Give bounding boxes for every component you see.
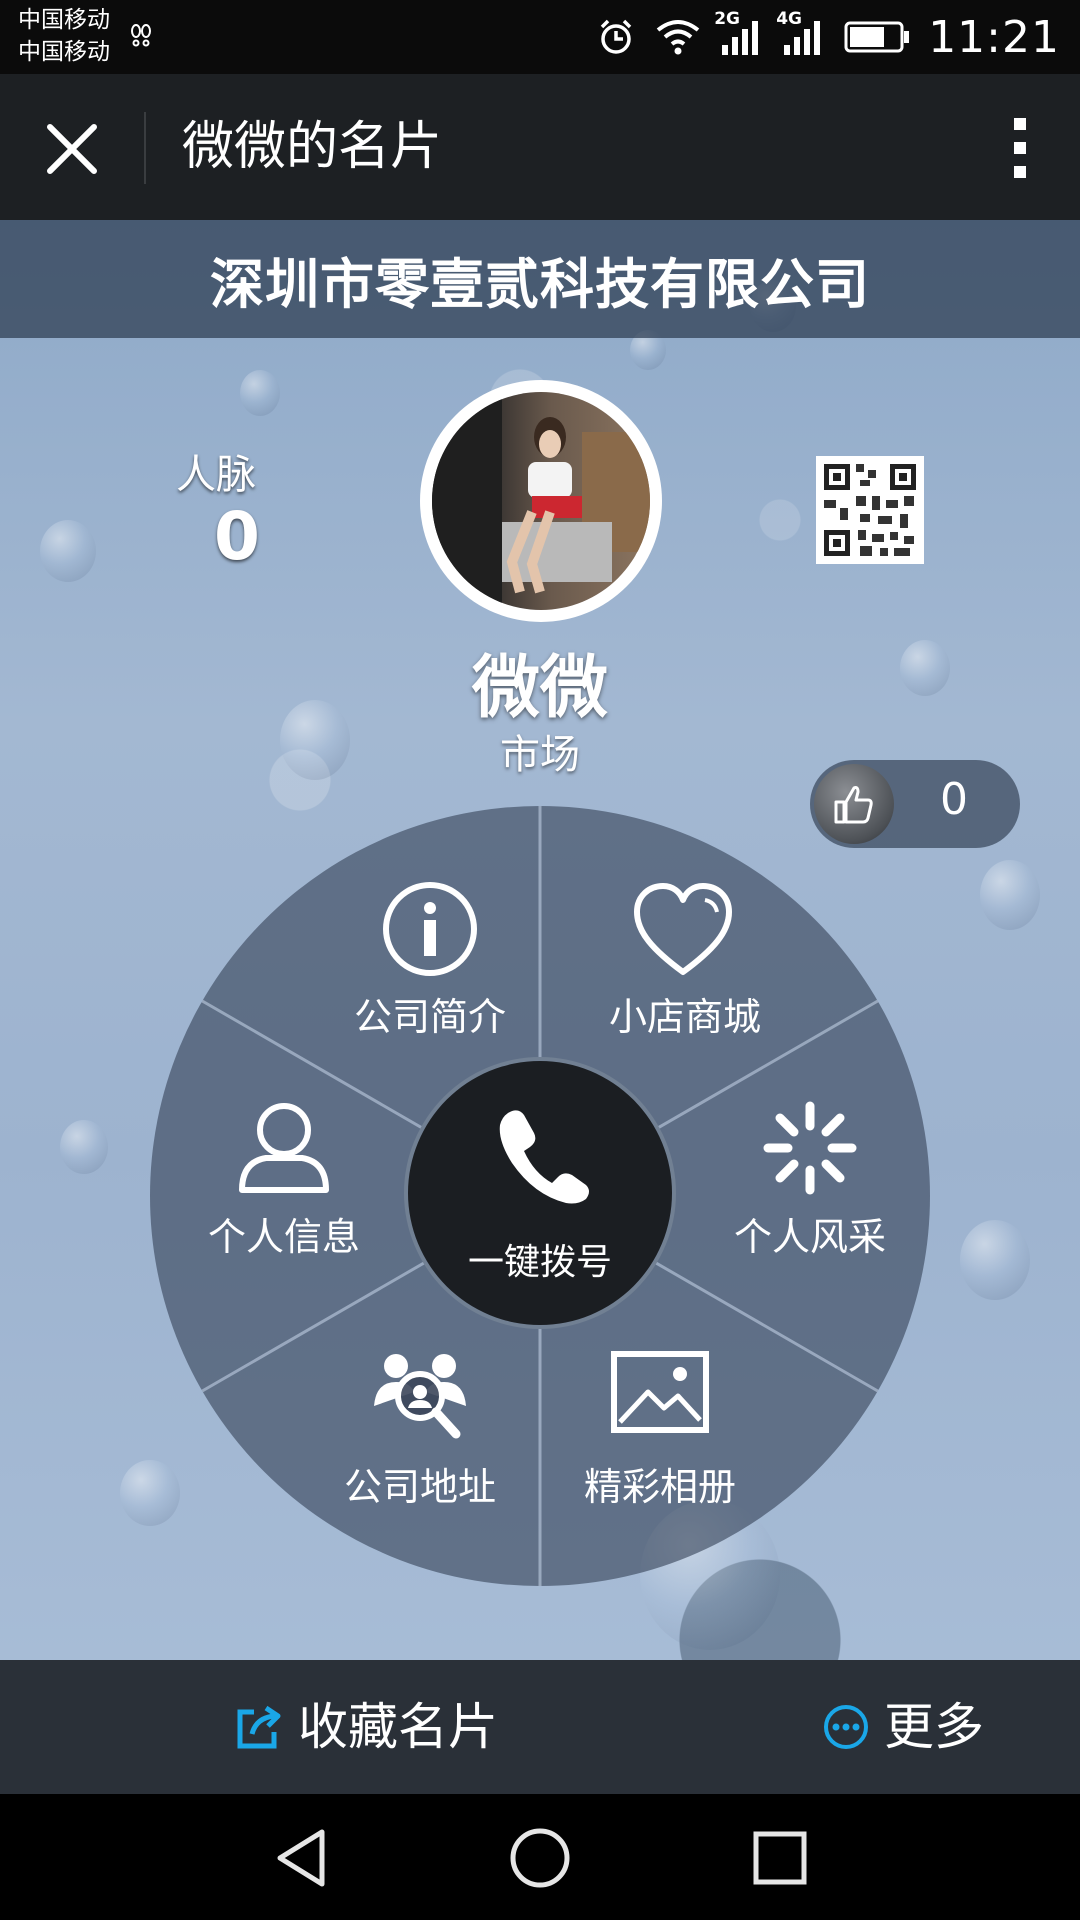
menu-item-label: 公司简介 xyxy=(353,995,506,1039)
company-banner: 深圳市零壹贰科技有限公司 xyxy=(0,220,1080,338)
phone-icon xyxy=(499,1110,589,1204)
screen: 中国移动 中国移动 2G 4G 11:21 微微的名片 深圳市零壹贰科技有限公司… xyxy=(0,0,1080,1920)
menu-item-shop[interactable]: 小店商城 xyxy=(565,870,805,1050)
back-button[interactable] xyxy=(270,1826,334,1890)
status-bar: 中国移动 中国移动 2G 4G 11:21 xyxy=(0,0,1080,74)
signal-4g-icon: 4G xyxy=(776,9,826,57)
battery-icon xyxy=(844,20,910,54)
menu-item-album[interactable]: 精彩相册 xyxy=(550,1340,770,1520)
close-icon xyxy=(47,124,97,174)
wifi-icon xyxy=(654,18,702,56)
water-drop xyxy=(960,1220,1030,1300)
menu-item-label: 小店商城 xyxy=(608,995,761,1039)
footprint-icon xyxy=(128,22,154,52)
qr-code-button[interactable] xyxy=(816,456,924,564)
title-bar: 微微的名片 xyxy=(0,74,1080,220)
share-export-icon xyxy=(237,1705,281,1749)
water-drop xyxy=(60,1120,108,1174)
more-horizontal-icon xyxy=(824,1705,868,1749)
person-icon xyxy=(239,1103,329,1193)
menu-item-company-address[interactable]: 公司地址 xyxy=(310,1340,530,1520)
menu-item-label: 个人风采 xyxy=(733,1215,886,1259)
back-triangle-icon xyxy=(277,1829,325,1887)
home-circle-icon xyxy=(510,1828,570,1888)
title-divider xyxy=(144,112,146,184)
signal-2g-icon: 2G xyxy=(714,9,764,57)
menu-item-label: 个人信息 xyxy=(207,1215,360,1259)
image-icon xyxy=(611,1351,709,1433)
more-menu-button[interactable] xyxy=(1000,116,1040,180)
status-icons: 2G 4G 11:21 xyxy=(596,0,1060,74)
clock: 11:21 xyxy=(928,11,1060,63)
like-count: 0 xyxy=(940,774,968,825)
water-drop xyxy=(40,520,96,582)
menu-item-label: 公司地址 xyxy=(343,1465,496,1509)
water-drop xyxy=(240,370,280,416)
contacts-label: 人脉 xyxy=(176,452,256,498)
menu-item-label: 精彩相册 xyxy=(583,1465,736,1509)
save-card-label: 收藏名片 xyxy=(298,1698,498,1756)
carrier-2: 中国移动 xyxy=(18,39,110,65)
company-name: 深圳市零壹贰科技有限公司 xyxy=(210,252,870,316)
recents-square-icon xyxy=(753,1831,807,1885)
save-card-button[interactable]: 收藏名片 xyxy=(234,1696,498,1758)
one-tap-call-label: 一键拨号 xyxy=(467,1242,612,1283)
alarm-icon xyxy=(596,17,636,57)
more-vertical-icon xyxy=(1014,118,1026,178)
network-label-2: 4G xyxy=(776,9,802,29)
avatar-photo xyxy=(432,392,650,610)
people-search-icon xyxy=(374,1354,466,1439)
more-button[interactable]: 更多 xyxy=(822,1696,984,1758)
info-icon xyxy=(383,882,477,976)
contacts-count[interactable]: 0 xyxy=(214,498,260,575)
water-drop xyxy=(980,860,1040,930)
network-label-1: 2G xyxy=(714,9,740,29)
carrier-info: 中国移动 中国移动 xyxy=(18,4,110,68)
heart-icon xyxy=(634,883,732,975)
navigation-bar xyxy=(0,1794,1080,1920)
page-title: 微微的名片 xyxy=(182,117,443,177)
qr-code-icon xyxy=(824,464,916,556)
menu-item-personal-style[interactable]: 个人风采 xyxy=(700,1090,920,1270)
loading-burst-icon xyxy=(763,1101,857,1195)
more-label: 更多 xyxy=(884,1698,984,1756)
person-name: 微微 xyxy=(471,649,608,728)
menu-item-company-intro[interactable]: 公司简介 xyxy=(310,870,550,1050)
avatar[interactable] xyxy=(420,380,662,622)
recents-button[interactable] xyxy=(748,1826,812,1890)
one-tap-call-button[interactable]: 一键拨号 xyxy=(404,1057,676,1329)
home-button[interactable] xyxy=(508,1826,572,1890)
carrier-1: 中国移动 xyxy=(18,7,110,33)
menu-item-personal-info[interactable]: 个人信息 xyxy=(174,1090,394,1270)
action-bar: 收藏名片 更多 xyxy=(0,1660,1080,1794)
close-button[interactable] xyxy=(44,121,100,177)
